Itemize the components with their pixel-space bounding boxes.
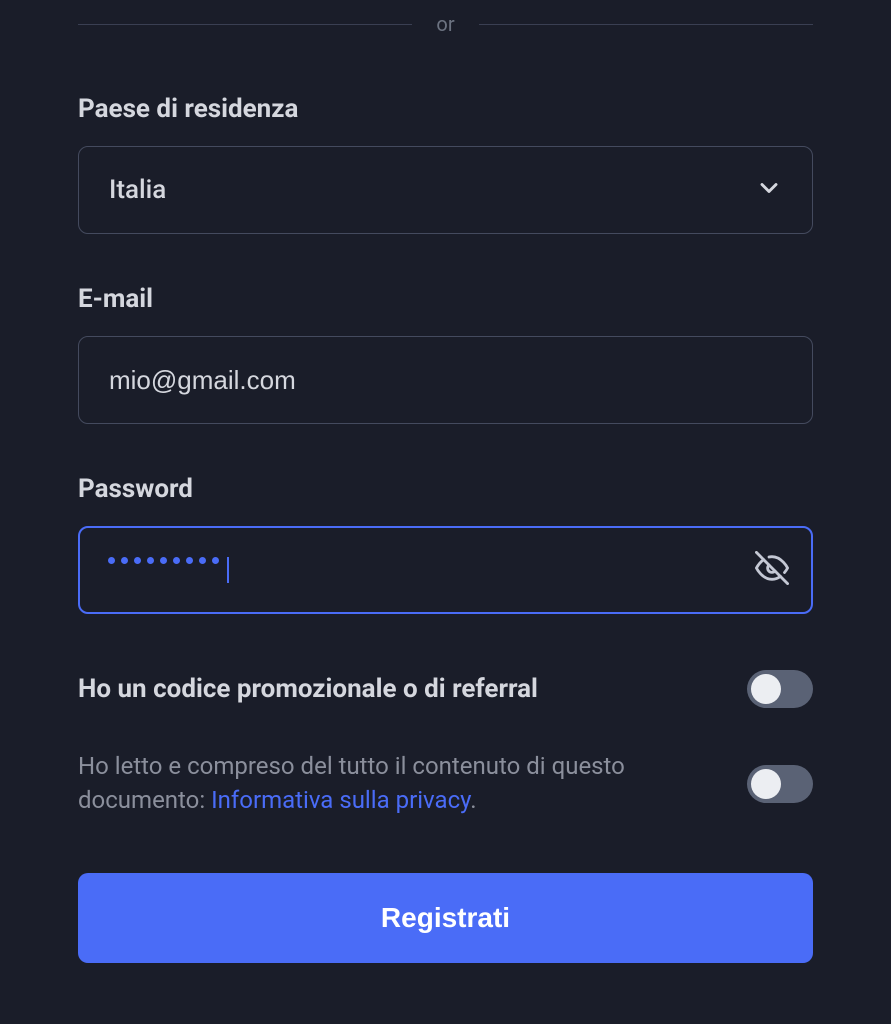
- privacy-row: Ho letto e compreso del tutto il contenu…: [78, 750, 813, 817]
- privacy-text: Ho letto e compreso del tutto il contenu…: [78, 750, 723, 817]
- privacy-text-after: .: [470, 786, 476, 814]
- email-label: E-mail: [78, 284, 813, 314]
- country-label: Paese di residenza: [78, 94, 813, 124]
- promo-row: Ho un codice promozionale o di referral: [78, 670, 813, 708]
- divider: or: [78, 0, 813, 44]
- email-group: E-mail: [78, 284, 813, 424]
- password-field[interactable]: [78, 526, 813, 614]
- divider-line-left: [78, 24, 412, 25]
- privacy-link[interactable]: Informativa sulla privacy: [211, 786, 470, 814]
- divider-line-right: [479, 24, 813, 25]
- password-group: Password: [78, 474, 813, 614]
- privacy-toggle-knob: [751, 769, 781, 799]
- country-select[interactable]: Italia: [78, 146, 813, 234]
- promo-toggle[interactable]: [747, 670, 813, 708]
- country-select-wrapper: Italia: [78, 146, 813, 234]
- country-group: Paese di residenza Italia: [78, 94, 813, 234]
- promo-toggle-knob: [751, 674, 781, 704]
- password-wrapper: [78, 526, 813, 614]
- password-label: Password: [78, 474, 813, 504]
- register-button[interactable]: Registrati: [78, 873, 813, 963]
- promo-label: Ho un codice promozionale o di referral: [78, 674, 538, 704]
- email-field[interactable]: [78, 336, 813, 424]
- divider-text: or: [436, 12, 454, 36]
- privacy-toggle[interactable]: [747, 765, 813, 803]
- eye-off-icon[interactable]: [755, 551, 789, 589]
- country-value: Italia: [109, 175, 166, 205]
